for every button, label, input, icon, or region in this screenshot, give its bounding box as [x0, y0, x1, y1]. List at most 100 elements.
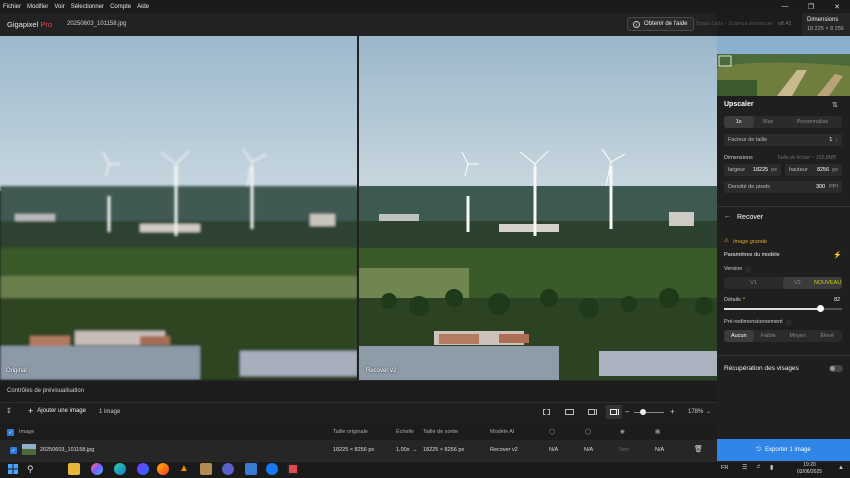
single-view-icon[interactable]	[561, 405, 577, 419]
preresize-tabs: Aucun Faible Moyen Élevé	[724, 330, 842, 342]
preresize-label: Pré-redimensionnement	[724, 319, 783, 325]
export-button[interactable]: ⎋ Exporter 1 image	[717, 439, 850, 461]
clock[interactable]: 19:20 03/06/2025	[797, 462, 822, 476]
language-indicator[interactable]: FR	[721, 465, 728, 471]
zoom-in-icon[interactable]: +	[670, 407, 675, 416]
facebook-icon[interactable]	[266, 463, 278, 475]
details-slider-handle[interactable]	[817, 305, 824, 312]
menu-bar: Fichier Modifier Voir Sélectionner Compt…	[0, 0, 850, 13]
col-ai-model: Modèle AI	[490, 429, 515, 435]
row-scale: 1,00x	[396, 447, 410, 453]
zoom-slider-handle[interactable]	[640, 409, 646, 415]
photos-icon[interactable]	[91, 463, 103, 475]
opt-medium[interactable]: Moyen	[783, 330, 813, 342]
menu-aide[interactable]: Aide	[137, 4, 149, 10]
battery-icon[interactable]: ▮	[770, 464, 773, 471]
width-field[interactable]: largeur 18225 px	[724, 164, 781, 176]
menu-fichier[interactable]: Fichier	[3, 4, 21, 10]
sharpen-icon: ◉	[620, 429, 625, 435]
face-recovery-toggle[interactable]	[829, 365, 843, 372]
preview-enhanced[interactable]: Recover v2	[359, 36, 717, 380]
volume-icon[interactable]: ♬	[756, 464, 762, 470]
chevron-down-icon[interactable]: ⌄	[706, 408, 711, 415]
edge-icon[interactable]	[114, 463, 126, 475]
navigator-thumbnail[interactable]	[717, 36, 850, 96]
fit-view-icon[interactable]	[538, 405, 554, 419]
current-filename: 20250603_101158.jpg	[67, 21, 127, 27]
zoom-out-icon[interactable]: –	[625, 407, 629, 416]
lock-icon: ◯	[549, 429, 556, 435]
height-value[interactable]: 8256	[817, 167, 829, 173]
gigapixel-icon[interactable]	[287, 463, 299, 475]
details-value[interactable]: 82	[834, 297, 840, 303]
notification-icon[interactable]: ▲	[838, 465, 844, 471]
stepper-icon[interactable]: ↕	[835, 137, 838, 143]
width-value[interactable]: 18225	[753, 167, 768, 173]
menu-voir[interactable]: Voir	[54, 4, 64, 10]
scale-factor-field[interactable]: Facteur de taille 1 ↕	[724, 134, 842, 146]
arrow-icon: →	[412, 447, 418, 453]
details-slider[interactable]	[724, 308, 821, 310]
split-view-icon[interactable]	[584, 405, 600, 419]
lightning-icon[interactable]: ⚡	[833, 251, 842, 259]
trash-icon[interactable]: 🗑	[694, 445, 703, 453]
search-icon[interactable]: ⚲	[27, 463, 39, 475]
row-checkbox[interactable]: ✓	[10, 447, 17, 454]
preview-controls-label[interactable]: Contrôles de prévisualisation	[7, 388, 84, 394]
model-title: Recover	[737, 214, 764, 221]
details-slider-rest[interactable]	[821, 308, 842, 310]
vlc-icon[interactable]: ▲	[179, 463, 191, 475]
tab-max[interactable]: Max	[754, 116, 784, 128]
window-controls: — ❐ ✕	[772, 0, 850, 13]
height-field[interactable]: hauteur 8256 px	[785, 164, 842, 176]
dimensions-box: Dimensions 18 225 × 8 256	[802, 13, 850, 36]
tab-v2[interactable]: V2 NOUVEAU	[783, 277, 842, 289]
menu-compte[interactable]: Compte	[110, 4, 131, 10]
add-image-button[interactable]: + Ajouter une image	[28, 407, 86, 416]
clock-time: 19:20	[803, 462, 816, 468]
wifi-icon[interactable]: ☰	[742, 464, 747, 471]
details-label: Détails	[724, 297, 741, 303]
windows-icon[interactable]	[7, 463, 19, 475]
row-model: Recover v2	[490, 447, 518, 453]
zoom-level[interactable]: 178%	[688, 409, 703, 415]
teams-icon[interactable]	[222, 463, 234, 475]
download-icon[interactable]: ↧	[6, 407, 14, 417]
info-circle-icon[interactable]: ⓘ	[745, 266, 751, 274]
tab-1x[interactable]: 1x	[724, 116, 754, 128]
menu-modifier[interactable]: Modifier	[27, 4, 48, 10]
zoom-slider[interactable]	[634, 412, 664, 413]
pixel-density-field[interactable]: Densité de pixels 300 PPI	[724, 181, 842, 193]
tab-v1[interactable]: V1	[724, 277, 783, 289]
restore-icon[interactable]: ❐	[798, 0, 824, 13]
firefox-icon[interactable]	[157, 463, 169, 475]
opt-high[interactable]: Élevé	[813, 330, 843, 342]
back-arrow-icon[interactable]: ←	[724, 213, 731, 220]
version-label: v8.41	[778, 21, 792, 27]
app-icon[interactable]	[200, 463, 212, 475]
minimize-icon[interactable]: —	[772, 0, 798, 13]
settings-icon[interactable]	[245, 463, 257, 475]
preview-original[interactable]: Original	[0, 36, 358, 380]
crop-icon[interactable]: ⇅	[832, 101, 838, 109]
scale-factor-value[interactable]: 1	[829, 137, 832, 143]
tab-custom[interactable]: Personnalisé	[783, 116, 842, 128]
help-button[interactable]: i Obtenir de l'aide	[627, 17, 694, 31]
side-by-side-icon[interactable]	[606, 405, 622, 419]
version-label: Version	[724, 266, 743, 272]
dot-icon: •	[743, 296, 745, 302]
opt-low[interactable]: Faible	[754, 330, 784, 342]
preview-area[interactable]: Original Recover v2	[0, 36, 717, 380]
close-icon[interactable]: ✕	[824, 0, 850, 13]
row-output-size: 18225 × 8256 px	[423, 447, 465, 453]
density-value[interactable]: 300	[816, 184, 825, 190]
row-extra-3: Non	[619, 447, 630, 453]
opt-none[interactable]: Aucun	[724, 330, 754, 342]
menu-selectionner[interactable]: Sélectionner	[71, 4, 104, 10]
info-circle-icon[interactable]: ⓘ	[786, 319, 792, 327]
browser-icon[interactable]	[137, 463, 149, 475]
select-all-checkbox[interactable]: ✓	[7, 429, 14, 436]
file-explorer-icon[interactable]	[68, 463, 80, 475]
landscape-image-original	[0, 36, 358, 380]
face-icon: ◯	[585, 429, 592, 435]
